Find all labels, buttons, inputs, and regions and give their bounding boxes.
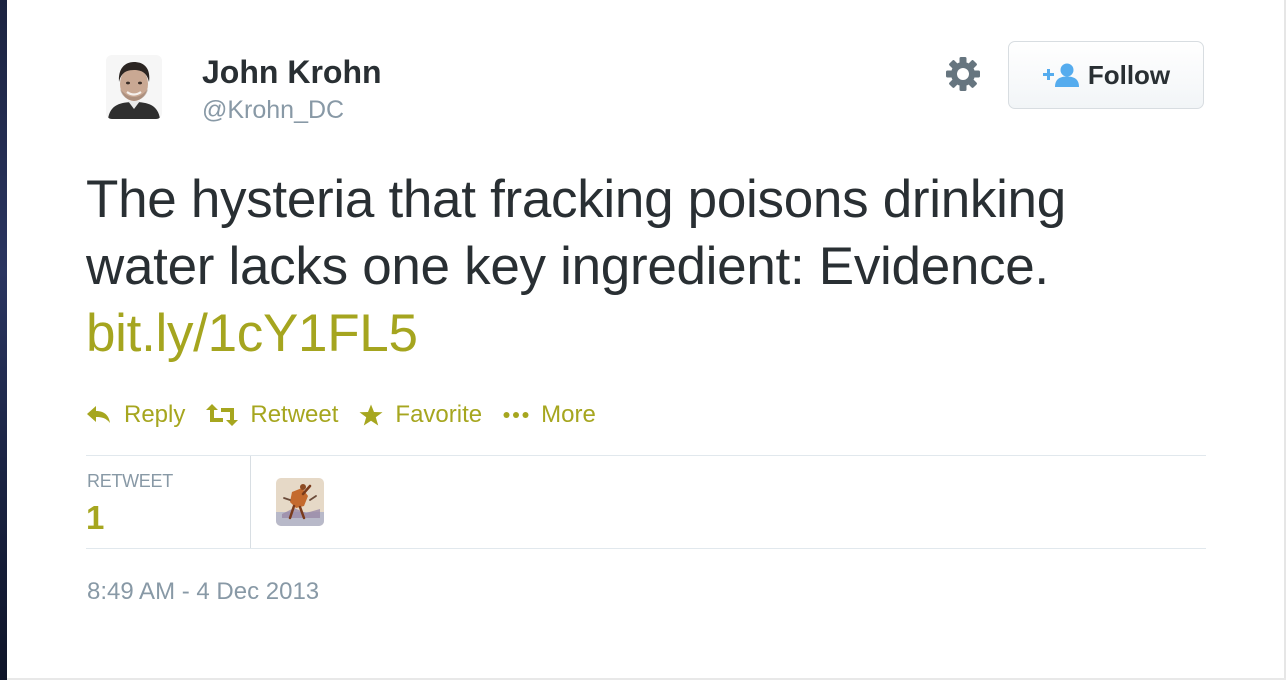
gear-icon[interactable] [944, 55, 982, 93]
tweet-timestamp[interactable]: 8:49 AM - 4 Dec 2013 [87, 578, 319, 606]
follow-label: Follow [1087, 59, 1171, 90]
favorite-label: Favorite [395, 401, 483, 428]
tweet-card: John Krohn @Krohn_DC Follow The hysteria… [0, 0, 1286, 680]
retweet-button[interactable]: Retweet [206, 401, 338, 429]
tweet-actions: Reply Retweet Favorite More [86, 398, 617, 432]
favorite-button[interactable]: Favorite [359, 401, 482, 429]
window-edge [0, 0, 7, 680]
tweet-text-line: water lacks one key ingredient: Evidence… [86, 237, 1049, 296]
user-avatar[interactable] [106, 55, 162, 119]
user-name[interactable]: John Krohn [202, 54, 382, 91]
reply-label: Reply [124, 401, 186, 428]
retweet-stat-count[interactable]: 1 [86, 499, 104, 537]
tweet-text: The hysteria that fracking poisons drink… [86, 166, 1196, 367]
user-handle[interactable]: @Krohn_DC [202, 96, 344, 125]
retweet-label: Retweet [250, 401, 339, 428]
divider-top [86, 455, 1206, 456]
profile-photo-icon [106, 55, 162, 119]
retweet-stat-label: RETWEET [87, 471, 173, 491]
more-button[interactable]: More [503, 401, 596, 429]
reply-icon [87, 406, 110, 423]
retweeter-avatar[interactable] [276, 478, 324, 526]
tweet-text-line: The hysteria that fracking poisons drink… [86, 170, 1066, 229]
retweeter-avatar-icon [276, 478, 324, 526]
tweet-link[interactable]: bit.ly/1cY1FL5 [86, 300, 418, 367]
reply-button[interactable]: Reply [86, 401, 185, 429]
star-icon [359, 404, 383, 426]
retweet-icon [206, 404, 239, 426]
more-label: More [541, 401, 596, 428]
stats-divider [250, 456, 251, 548]
more-dots-icon [503, 412, 529, 418]
divider-bottom [86, 548, 1206, 549]
follow-button[interactable]: Follow [1008, 41, 1204, 109]
add-user-icon [1042, 63, 1079, 87]
